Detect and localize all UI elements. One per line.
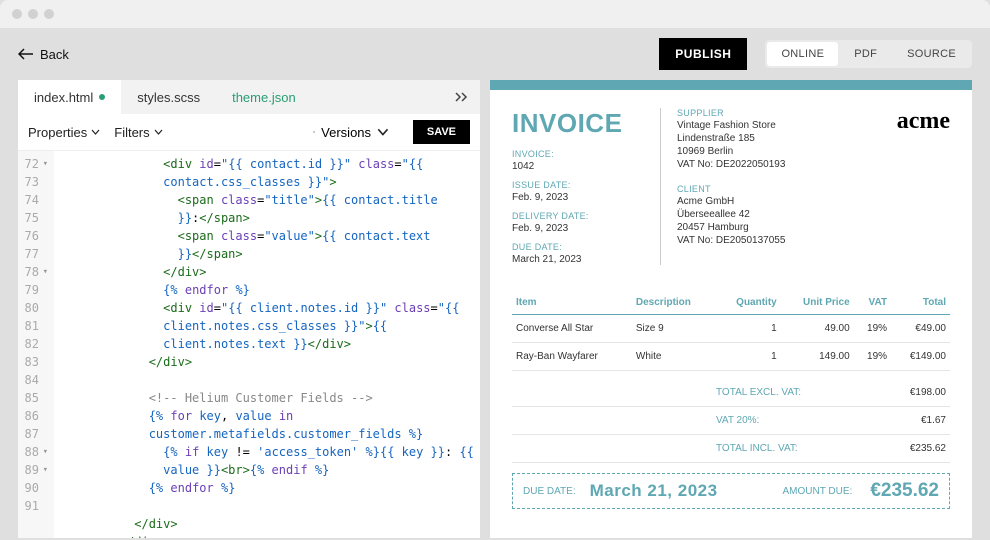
view-toggle: ONLINE PDF SOURCE	[765, 40, 972, 68]
client-name: Acme GmbH	[677, 196, 842, 207]
versions-dropdown[interactable]: Versions	[313, 125, 389, 140]
total-excl-label: TOTAL EXCL. VAT:	[716, 387, 826, 398]
cell-item: Ray-Ban Wayfarer	[512, 343, 632, 371]
code-editor[interactable]: 72▾737475767778▾79808182838485868788▾89▾…	[18, 151, 480, 538]
tab-theme-json[interactable]: theme.json	[216, 80, 312, 114]
file-tabs: index.html styles.scss theme.json	[18, 80, 480, 114]
due-date-label: DUE DATE:	[512, 242, 642, 252]
supplier-vat: VAT No: DE2022050193	[677, 159, 842, 170]
tab-index-html[interactable]: index.html	[18, 80, 121, 114]
col-desc: Description	[632, 291, 716, 315]
invoice-document: INVOICE INVOICE: 1042 ISSUE DATE: Feb. 9…	[490, 90, 972, 509]
table-row: Converse All StarSize 9149.0019%€49.00	[512, 315, 950, 343]
properties-dropdown[interactable]: Properties	[28, 125, 100, 140]
cell-qty: 1	[716, 315, 781, 343]
view-online-button[interactable]: ONLINE	[767, 42, 838, 66]
code-body[interactable]: <div id="{{ contact.id }}" class="{{ con…	[54, 151, 480, 538]
cell-vat: 19%	[854, 343, 891, 371]
footer-due-date: March 21, 2023	[590, 481, 718, 501]
cell-total: €49.00	[891, 315, 950, 343]
filters-dropdown[interactable]: Filters	[114, 125, 162, 140]
client-logo: acme	[860, 108, 950, 135]
top-toolbar: Back PUBLISH ONLINE PDF SOURCE	[0, 38, 990, 80]
totals-block: TOTAL EXCL. VAT: €198.00 VAT 20%: €1.67 TO…	[512, 379, 950, 463]
cell-desc: Size 9	[632, 315, 716, 343]
cell-vat: 19%	[854, 315, 891, 343]
delivery-date: Feb. 9, 2023	[512, 223, 642, 234]
total-vat-label: VAT 20%:	[716, 415, 826, 426]
tab-styles-scss[interactable]: styles.scss	[121, 80, 216, 114]
supplier-name: Vintage Fashion Store	[677, 120, 842, 131]
traffic-light-icon	[28, 9, 38, 19]
total-excl: €198.00	[886, 387, 946, 398]
save-button[interactable]: SAVE	[413, 120, 470, 144]
col-total: Total	[891, 291, 950, 315]
tabs-overflow-button[interactable]	[442, 90, 480, 105]
dropdown-label: Properties	[28, 125, 87, 140]
footer-due-label: DUE DATE:	[523, 486, 576, 497]
publish-button[interactable]: PUBLISH	[659, 38, 747, 70]
col-vat: VAT	[854, 291, 891, 315]
amount-due-row: DUE DATE: March 21, 2023 AMOUNT DUE: €23…	[512, 473, 950, 509]
client-label: CLIENT	[677, 184, 842, 194]
total-incl-label: TOTAL INCL. VAT:	[716, 443, 826, 454]
client-city: 20457 Hamburg	[677, 222, 842, 233]
line-gutter: 72▾737475767778▾79808182838485868788▾89▾…	[18, 151, 54, 538]
supplier-label: SUPPLIER	[677, 108, 842, 118]
table-row: Ray-Ban WayfarerWhite1149.0019%€149.00	[512, 343, 950, 371]
chevrons-right-icon	[454, 92, 468, 102]
invoice-title: INVOICE	[512, 108, 642, 139]
client-street: Überseeallee 42	[677, 209, 842, 220]
cell-qty: 1	[716, 343, 781, 371]
col-price: Unit Price	[781, 291, 854, 315]
cell-total: €149.00	[891, 343, 950, 371]
due-date: March 21, 2023	[512, 254, 642, 265]
total-vat: €1.67	[886, 415, 946, 426]
invoice-number-label: INVOICE:	[512, 149, 642, 159]
arrow-left-icon	[18, 48, 34, 60]
footer-amount-label: AMOUNT DUE:	[782, 486, 852, 497]
dropdown-label: Filters	[114, 125, 149, 140]
chevron-down-icon	[91, 129, 100, 135]
delivery-date-label: DELIVERY DATE:	[512, 211, 642, 221]
col-qty: Quantity	[716, 291, 781, 315]
tab-label: theme.json	[232, 90, 296, 105]
issue-date: Feb. 9, 2023	[512, 192, 642, 203]
editor-pane: index.html styles.scss theme.json Proper…	[18, 80, 480, 538]
back-label: Back	[40, 47, 69, 62]
preview-pane: INVOICE INVOICE: 1042 ISSUE DATE: Feb. 9…	[490, 80, 972, 538]
tab-label: index.html	[34, 90, 93, 105]
cell-price: 149.00	[781, 343, 854, 371]
cell-item: Converse All Star	[512, 315, 632, 343]
footer-amount: €235.62	[870, 480, 939, 502]
issue-date-label: ISSUE DATE:	[512, 180, 642, 190]
line-items-table: Item Description Quantity Unit Price VAT…	[512, 291, 950, 371]
unsaved-dot-icon	[99, 94, 105, 100]
supplier-city: 10969 Berlin	[677, 146, 842, 157]
cell-price: 49.00	[781, 315, 854, 343]
window-chrome	[0, 0, 990, 28]
supplier-street: Lindenstraße 185	[677, 133, 842, 144]
dropdown-label: Versions	[321, 125, 371, 140]
invoice-number: 1042	[512, 161, 642, 172]
view-source-button[interactable]: SOURCE	[893, 42, 970, 66]
chevron-down-icon	[154, 129, 163, 135]
tab-label: styles.scss	[137, 90, 200, 105]
traffic-light-icon	[44, 9, 54, 19]
chevron-down-icon	[377, 128, 389, 136]
cell-desc: White	[632, 343, 716, 371]
col-item: Item	[512, 291, 632, 315]
total-incl: €235.62	[886, 443, 946, 454]
editor-controls: Properties Filters Versions SAVE	[18, 114, 480, 151]
history-icon	[313, 125, 315, 139]
view-pdf-button[interactable]: PDF	[840, 42, 891, 66]
invoice-accent-bar	[490, 80, 972, 90]
client-vat: VAT No: DE2050137055	[677, 235, 842, 246]
back-button[interactable]: Back	[18, 47, 69, 62]
traffic-light-icon	[12, 9, 22, 19]
